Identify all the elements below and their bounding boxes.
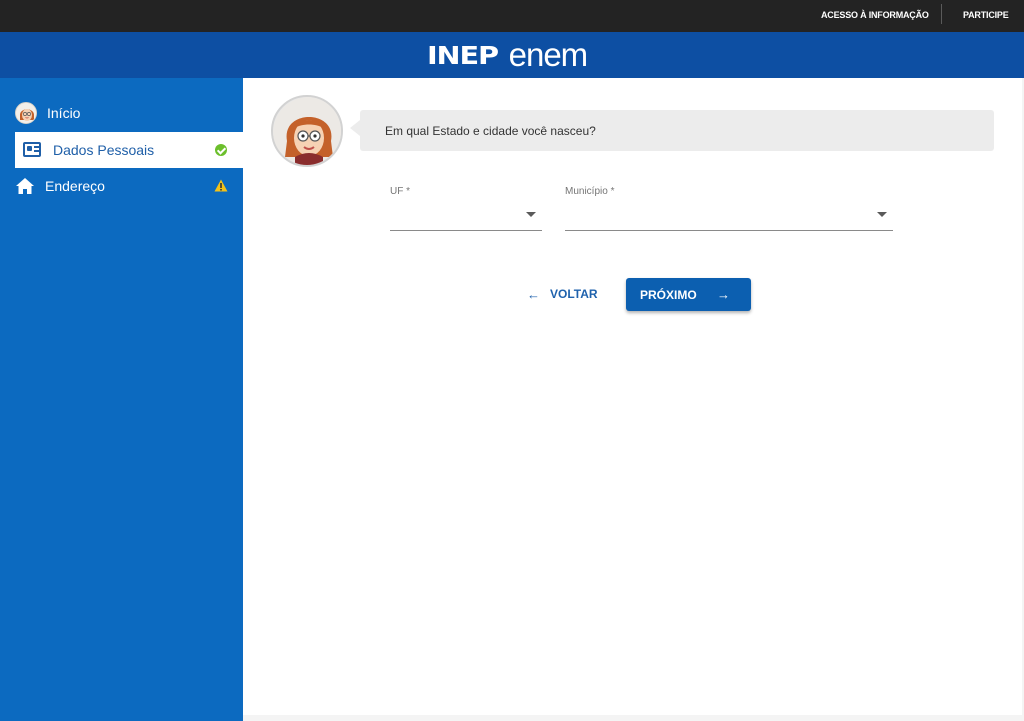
enem-logo-text: enem: [508, 36, 589, 73]
inep-enem-logo: INEP enem: [427, 36, 589, 73]
sidebar-item-label: Dados Pessoais: [53, 142, 155, 158]
municipio-select[interactable]: Município *: [565, 183, 893, 231]
id-card-icon: [23, 142, 41, 157]
question-bubble: Em qual Estado e cidade você nasceu?: [350, 110, 994, 151]
next-button-label: PRÓXIMO: [640, 288, 697, 302]
assistant-avatar: [271, 95, 343, 167]
home-icon: [16, 178, 34, 194]
brand-bar: INEP enem: [0, 32, 1024, 78]
acesso-informacao-link[interactable]: ACESSO À INFORMAÇÃO: [821, 10, 929, 20]
sidebar-item-dados-pessoais[interactable]: Dados Pessoais: [15, 132, 243, 168]
topbar-divider: [941, 4, 942, 24]
uf-select[interactable]: UF *: [390, 183, 542, 231]
avatar-icon: [15, 102, 37, 124]
question-text: Em qual Estado e cidade você nasceu?: [385, 124, 596, 138]
sidebar-item-endereco[interactable]: Endereço: [0, 168, 243, 204]
sidebar-item-label: Início: [47, 105, 81, 121]
back-button[interactable]: ← VOLTAR: [527, 278, 598, 310]
back-button-label: VOLTAR: [550, 287, 598, 301]
next-button[interactable]: PRÓXIMO →: [626, 278, 751, 311]
arrow-right-icon: →: [717, 287, 730, 302]
chevron-down-icon: [877, 212, 887, 217]
arrow-left-icon: ←: [527, 286, 540, 302]
municipio-label: Município *: [565, 186, 615, 197]
chevron-down-icon: [526, 212, 536, 217]
sidebar-item-label: Endereço: [45, 178, 105, 194]
sidebar-item-inicio[interactable]: Início: [0, 95, 243, 131]
participe-link[interactable]: PARTICIPE: [963, 10, 1009, 20]
uf-label: UF *: [390, 186, 410, 197]
sidebar: Início Dados Pessoais Endereço: [0, 78, 243, 721]
main-content: Em qual Estado e cidade você nasceu? UF …: [243, 78, 1022, 715]
warning-icon: [214, 179, 228, 192]
top-utility-bar: ACESSO À INFORMAÇÃO PARTICIPE: [0, 0, 1024, 32]
check-icon: [215, 144, 227, 156]
inep-logo-text: INEP: [427, 40, 499, 70]
